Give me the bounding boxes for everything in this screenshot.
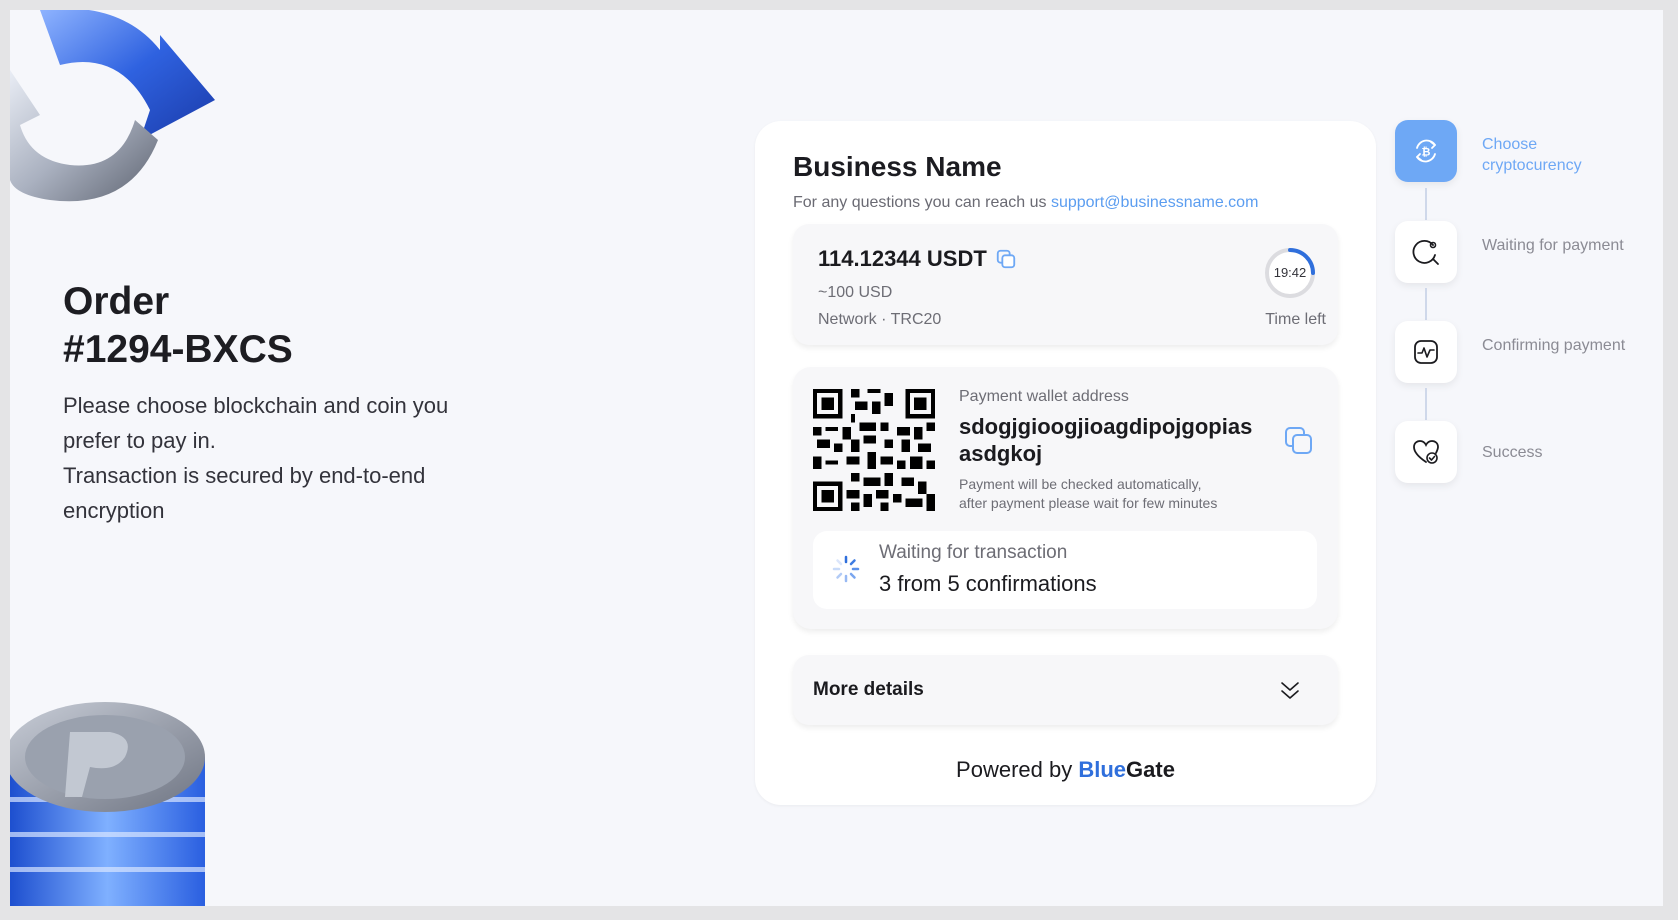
amount-row: 114.12344 USDT: [818, 246, 1017, 272]
copy-address-icon[interactable]: [1283, 425, 1315, 457]
step-success: Success: [1395, 421, 1655, 483]
loading-spinner-icon: [832, 555, 860, 583]
transaction-status: Waiting for transaction 3 from 5 confirm…: [813, 531, 1317, 609]
pulse-chart-icon: [1395, 321, 1457, 383]
order-description: Please choose blockchain and coin you pr…: [63, 388, 483, 528]
chevron-down-icon: [1281, 682, 1299, 699]
payment-card: Business Name For any questions you can …: [755, 121, 1376, 805]
amount-value: 114.12344 USDT: [818, 246, 987, 271]
step-label-choose: Choose cryptocurency: [1482, 136, 1582, 174]
step-connector: [1425, 188, 1427, 220]
network-label: Network · TRC20: [818, 311, 942, 328]
order-title-line1: Order: [63, 280, 170, 323]
usd-equivalent: ~100 USD: [818, 284, 893, 301]
wallet-address[interactable]: sdogjgioogjioagdipojgopias asdgkoj: [959, 413, 1259, 467]
step-label-success: Success: [1482, 444, 1543, 461]
payment-wallet-panel: Payment wallet address sdogjgioogjioagdi…: [793, 367, 1338, 629]
wallet-address-label: Payment wallet address: [959, 388, 1129, 405]
svg-text:₿: ₿: [1422, 146, 1431, 159]
copy-icon[interactable]: [995, 248, 1017, 270]
wallet-note-line1: Payment will be checked automatically,: [959, 476, 1202, 492]
step-label-confirming: Confirming payment: [1482, 337, 1626, 354]
more-details-label: More details: [813, 679, 924, 700]
refresh-arrows-illustration: [10, 10, 215, 202]
order-description-line1: Please choose blockchain and coin you pr…: [63, 393, 449, 453]
wallet-note: Payment will be checked automatically, a…: [959, 475, 1259, 513]
brand-name-gate: Gate: [1126, 757, 1175, 782]
business-name: Business Name: [793, 151, 1002, 182]
support-email-link[interactable]: support@businessname.com: [1051, 194, 1258, 211]
order-title: Order #1294-BXCS: [63, 278, 293, 374]
order-description-line2: Transaction is secured by end-to-end enc…: [63, 463, 426, 523]
page-canvas: Order #1294-BXCS Please choose blockchai…: [10, 10, 1663, 906]
bitcoin-exchange-icon: ₿: [1395, 120, 1457, 182]
timer-label: Time left: [1265, 311, 1326, 328]
contact-text: For any questions you can reach us: [793, 194, 1047, 211]
powered-by-prefix: Powered by: [956, 757, 1073, 782]
step-confirming-payment: Confirming payment: [1395, 321, 1655, 383]
step-waiting-payment: Waiting for payment: [1395, 221, 1655, 283]
payment-steps: ₿ Choose cryptocurency Waiting for payme…: [1395, 120, 1655, 520]
amount-panel: 114.12344 USDT ~100 USD Network · TRC20 …: [793, 224, 1338, 345]
step-connector: [1425, 388, 1427, 420]
business-contact: For any questions you can reach us suppo…: [793, 194, 1258, 212]
confirmations-count: 3 from 5 confirmations: [879, 571, 1097, 596]
step-choose-cryptocurrency: ₿ Choose cryptocurency: [1395, 120, 1655, 182]
status-label: Waiting for transaction: [879, 542, 1068, 563]
wallet-note-line2: after payment please wait for few minute…: [959, 495, 1218, 511]
wallet-qr-code: [813, 389, 935, 511]
timer-value: 19:42: [1273, 265, 1307, 280]
more-details-toggle[interactable]: More details: [793, 655, 1338, 725]
heart-check-icon: [1395, 421, 1457, 483]
powered-by: Powered by BlueGate: [755, 757, 1376, 783]
search-pending-icon: [1395, 221, 1457, 283]
brand-name-blue: Blue: [1078, 757, 1127, 782]
coin-stack-illustration: [10, 702, 205, 906]
step-label-waiting: Waiting for payment: [1482, 237, 1624, 254]
step-connector: [1425, 288, 1427, 320]
order-number: #1294-BXCS: [63, 328, 293, 371]
